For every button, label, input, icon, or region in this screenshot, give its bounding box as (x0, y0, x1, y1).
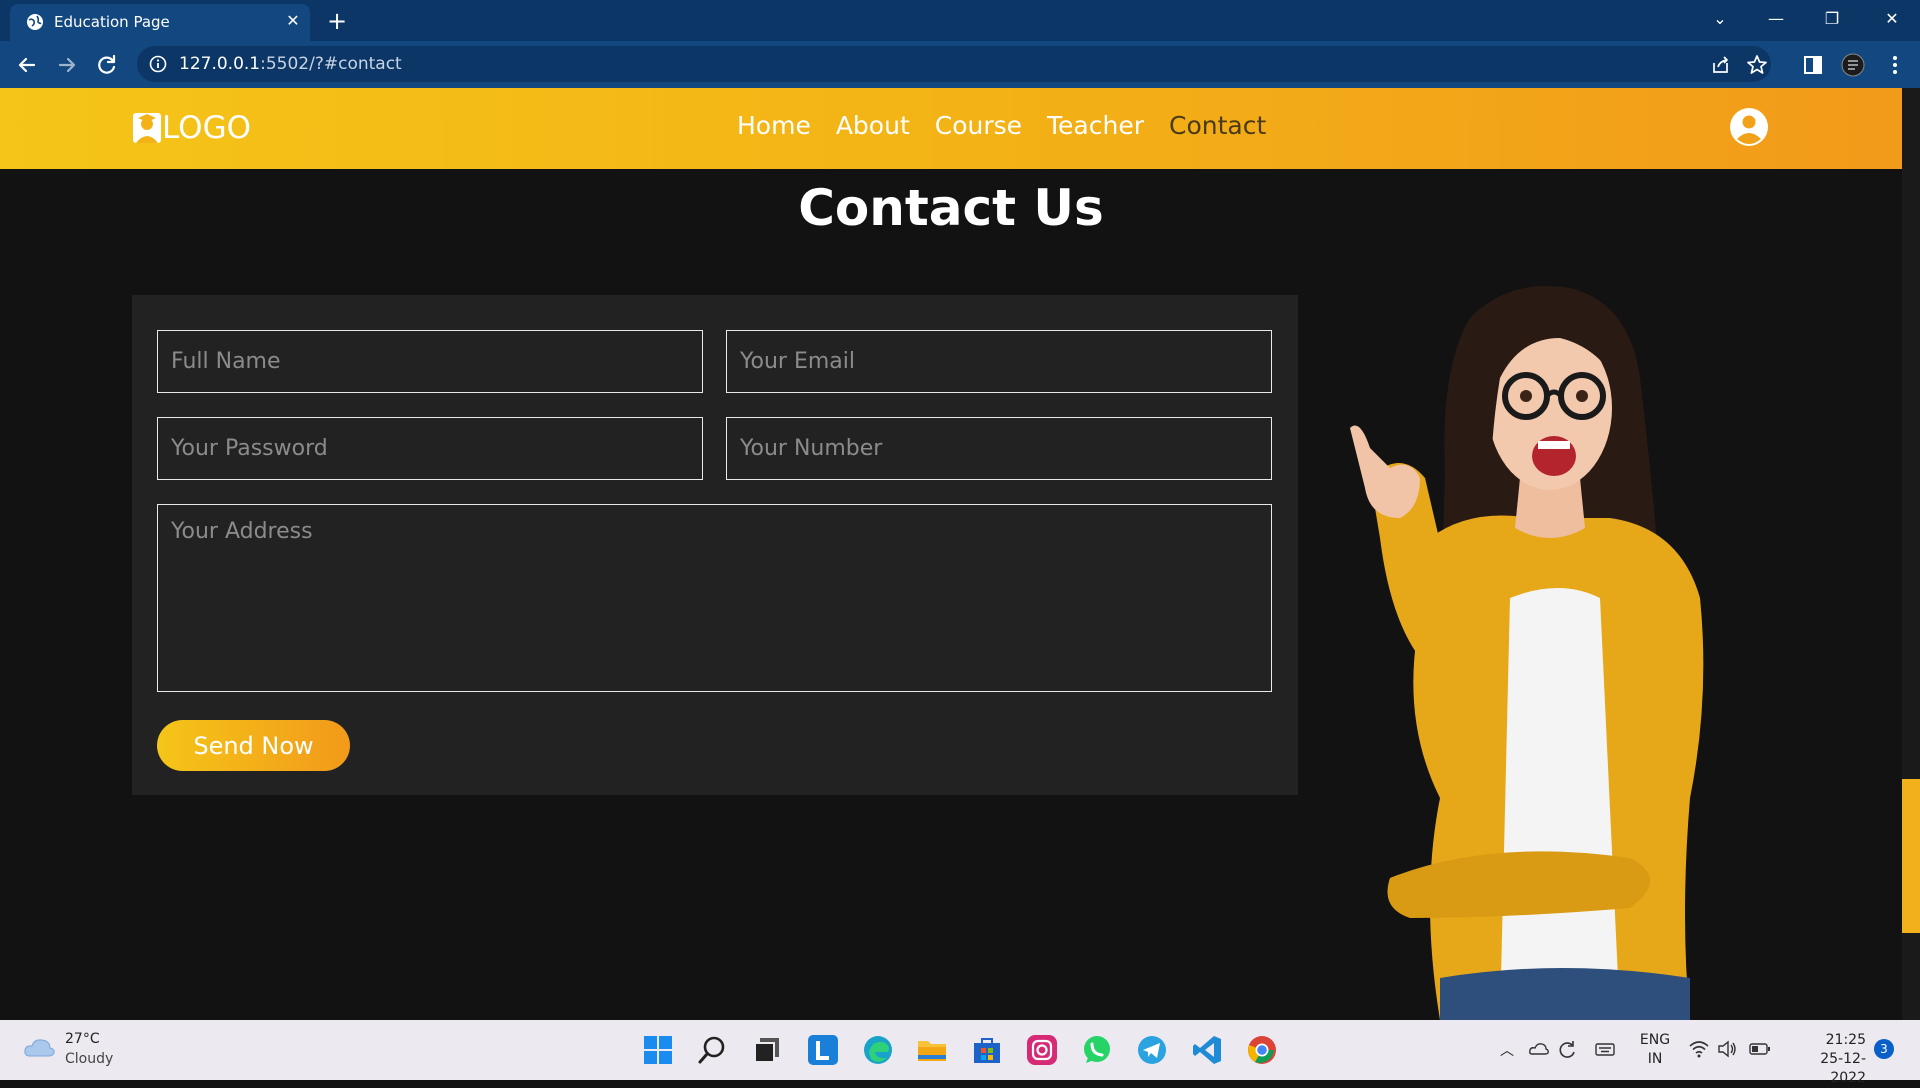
browser-tab[interactable]: Education Page ✕ (10, 4, 310, 41)
restore-button[interactable]: ❐ (1812, 4, 1852, 34)
region-code: IN (1647, 1051, 1663, 1067)
number-input[interactable] (726, 417, 1272, 480)
reload-icon[interactable] (92, 50, 122, 80)
side-panel-icon[interactable] (1798, 50, 1828, 80)
scrollbar-thumb[interactable] (1902, 779, 1920, 933)
user-account-icon[interactable] (1729, 107, 1769, 147)
site-info-icon[interactable] (149, 55, 167, 73)
address-bar[interactable]: 127.0.0.1:5502/?#contact (137, 46, 1771, 82)
nav-link-home[interactable]: Home (737, 111, 811, 140)
nav-link-course[interactable]: Course (935, 111, 1022, 140)
profile-avatar-icon[interactable] (1838, 50, 1868, 80)
whatsapp-icon[interactable] (1080, 1033, 1114, 1067)
clock-date: 25-12-2022 (1820, 1051, 1866, 1086)
file-explorer-icon[interactable] (915, 1033, 949, 1067)
tab-search-icon[interactable]: ⌄ (1700, 4, 1740, 34)
close-tab-icon[interactable]: ✕ (282, 10, 304, 32)
graduate-icon (133, 113, 161, 143)
microsoft-store-icon[interactable] (970, 1033, 1004, 1067)
site-logo[interactable]: LOGO (132, 108, 251, 148)
url-host: 127.0.0.1 (179, 54, 261, 74)
woman-illustration (1350, 286, 1704, 1020)
tray-chevron-icon[interactable]: ︿ (1500, 1040, 1514, 1060)
share-icon[interactable] (1709, 53, 1733, 77)
new-tab-button[interactable]: + (322, 7, 352, 35)
vscode-icon[interactable] (1190, 1033, 1224, 1067)
clock-time: 21:25 (1825, 1032, 1866, 1048)
password-input[interactable] (157, 417, 703, 480)
weather-temperature: 27°C (65, 1031, 100, 1047)
logo-text: LOGO (162, 110, 251, 146)
contact-heading: Contact Us (798, 179, 1104, 237)
nav-links: Home About Course Teacher Contact (737, 111, 1266, 140)
battery-icon[interactable] (1748, 1038, 1772, 1060)
contact-form: Send Now (132, 295, 1298, 795)
system-clock[interactable]: 21:25 25-12-2022 (1790, 1031, 1866, 1088)
search-icon[interactable] (695, 1033, 729, 1067)
forward-arrow-icon[interactable] (52, 50, 82, 80)
url-path: :5502/?#contact (260, 54, 402, 74)
send-now-button[interactable]: Send Now (157, 720, 350, 771)
full-name-input[interactable] (157, 330, 703, 393)
onedrive-icon[interactable] (1528, 1038, 1550, 1060)
site-navbar: LOGO Home About Course Teacher Contact (0, 88, 1902, 169)
keyboard-icon[interactable] (1594, 1038, 1616, 1060)
browser-tab-bar: Education Page ✕ + ⌄ — ❐ ✕ (0, 0, 1920, 41)
notification-badge[interactable]: 3 (1874, 1039, 1894, 1059)
windows-start-icon[interactable] (641, 1033, 675, 1067)
url-text: 127.0.0.1:5502/?#contact (179, 54, 402, 74)
input-language[interactable]: ENG IN (1638, 1031, 1672, 1069)
email-input[interactable] (726, 330, 1272, 393)
volume-icon[interactable] (1716, 1038, 1738, 1060)
telegram-icon[interactable] (1135, 1033, 1169, 1067)
cloud-icon[interactable] (22, 1036, 56, 1060)
edge-browser-icon[interactable] (861, 1033, 895, 1067)
nav-link-contact[interactable]: Contact (1169, 111, 1266, 140)
address-textarea[interactable] (157, 504, 1272, 692)
nav-link-teacher[interactable]: Teacher (1047, 111, 1144, 140)
close-window-button[interactable]: ✕ (1872, 4, 1912, 34)
language-code: ENG (1639, 1032, 1671, 1048)
bookmark-star-icon[interactable] (1745, 53, 1769, 77)
minimize-button[interactable]: — (1756, 4, 1796, 34)
page-scrollbar[interactable] (1902, 88, 1920, 1020)
globe-icon (27, 14, 43, 30)
back-arrow-icon[interactable] (12, 50, 42, 80)
task-view-icon[interactable] (750, 1033, 784, 1067)
sync-icon[interactable] (1556, 1038, 1578, 1060)
weather-description: Cloudy (65, 1051, 114, 1067)
wifi-icon[interactable] (1688, 1038, 1710, 1060)
app-l-icon[interactable] (806, 1033, 840, 1067)
chrome-icon[interactable] (1245, 1033, 1279, 1067)
instagram-icon[interactable] (1025, 1033, 1059, 1067)
nav-link-about[interactable]: About (836, 111, 910, 140)
web-page: LOGO Home About Course Teacher Contact C… (0, 88, 1920, 1020)
more-menu-icon[interactable] (1880, 50, 1910, 80)
browser-toolbar: 127.0.0.1:5502/?#contact (0, 41, 1920, 88)
os-taskbar: 27°C Cloudy ︿ ENG IN 21:25 25-12-2022 3 (0, 1020, 1920, 1086)
tab-title: Education Page (54, 13, 170, 31)
